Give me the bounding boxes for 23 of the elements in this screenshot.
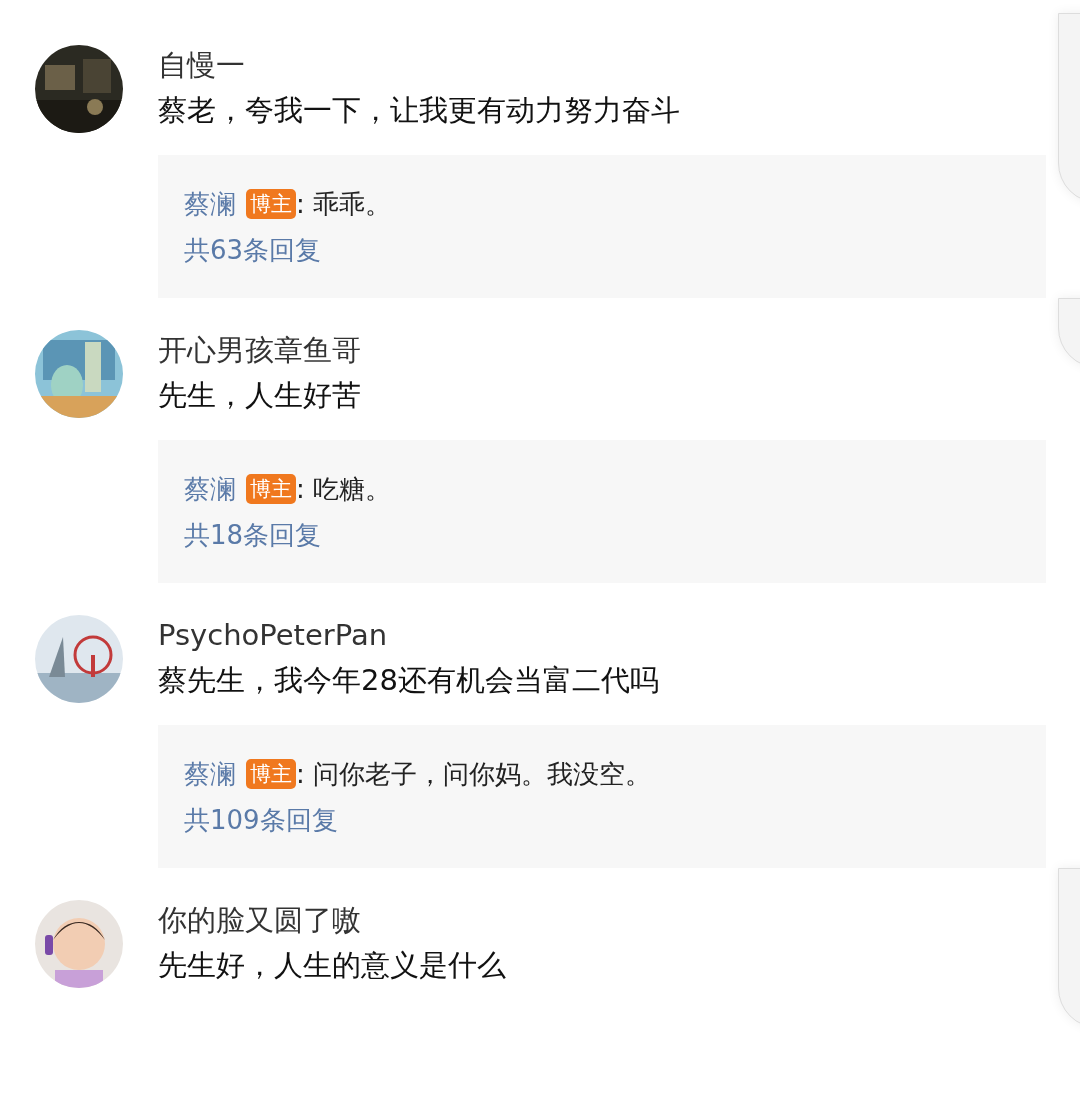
reply-count-link[interactable]: 共109条回复 [184, 797, 1020, 843]
reply-count-link[interactable]: 共63条回复 [184, 227, 1020, 273]
reply-panel[interactable]: 蔡澜 博主: 吃糖。 共18条回复 [158, 440, 1046, 583]
username[interactable]: PsychoPeterPan [158, 615, 1046, 655]
username[interactable]: 开心男孩章鱼哥 [158, 330, 1046, 370]
username[interactable]: 你的脸又圆了嗷 [158, 900, 1046, 940]
author-badge: 博主 [246, 474, 296, 504]
comment-text: 蔡先生，我今年28还有机会当富二代吗 [158, 662, 660, 699]
reply-panel[interactable]: 蔡澜 博主: 问你老子，问你妈。我没空。 共109条回复 [158, 725, 1046, 868]
author-name[interactable]: 蔡澜 [184, 466, 236, 512]
reply-panel[interactable]: 蔡澜 博主: 乖乖。 共63条回复 [158, 155, 1046, 298]
author-badge: 博主 [246, 189, 296, 219]
comment-text: 蔡老，夸我一下，让我更有动力努力奋斗 [158, 92, 681, 129]
comment-text: 先生，人生好苦 [158, 377, 362, 414]
reply-text: : 问你老子，问你妈。我没空。 [296, 758, 652, 791]
reply-text: : 吃糖。 [296, 473, 392, 506]
username[interactable]: 自慢一 [158, 45, 1046, 85]
author-name[interactable]: 蔡澜 [184, 181, 236, 227]
reply-count-link[interactable]: 共18条回复 [184, 512, 1020, 558]
author-name[interactable]: 蔡澜 [184, 751, 236, 797]
author-badge: 博主 [246, 759, 296, 789]
comment-text: 先生好，人生的意义是什么 [158, 947, 507, 984]
reply-text: : 乖乖。 [296, 188, 392, 221]
